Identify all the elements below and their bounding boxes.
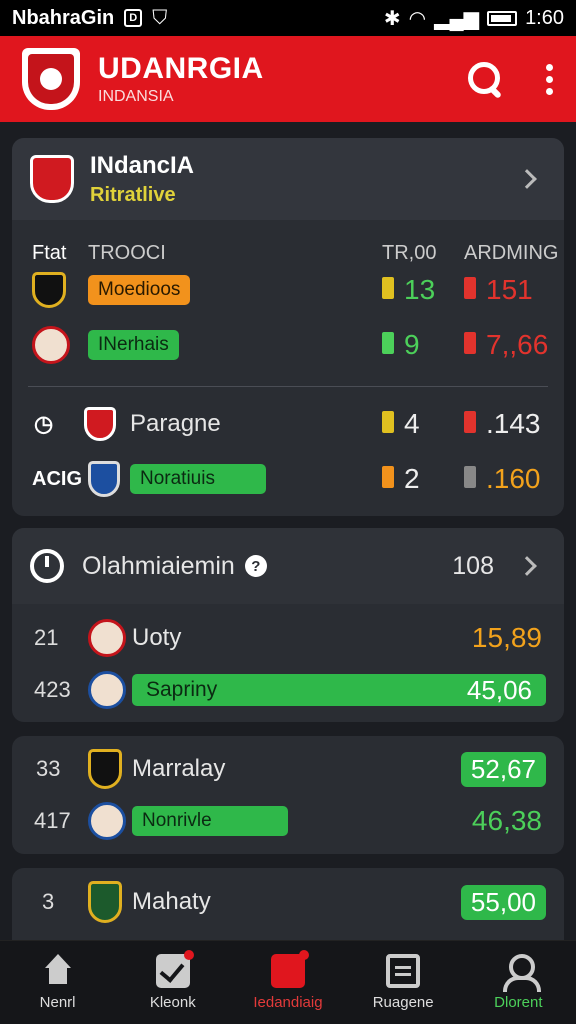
team-crest	[88, 461, 120, 497]
list-item[interactable]: Moedioos 13 151	[12, 270, 564, 310]
document-icon	[386, 954, 421, 988]
bluetooth-icon: ✱	[383, 7, 401, 30]
stat-value: 13	[382, 274, 435, 306]
list-item[interactable]: ACIG Noratiuis 2 .160	[12, 458, 564, 500]
rank-number: 3	[42, 889, 55, 914]
app-bar: UDANRGIA INDANSIA	[0, 36, 576, 122]
score-value: 15,89	[471, 622, 542, 653]
table-row[interactable]: 21 Uoty 15,89	[12, 618, 564, 658]
app-title: UDANRGIA	[98, 52, 264, 85]
info-icon[interactable]: ?	[244, 555, 267, 577]
wifi-icon: ◠	[408, 7, 427, 30]
clock: 1:60	[525, 6, 564, 29]
app-subtitle: INDANSIA	[98, 88, 174, 105]
team-pill: Nonrivle	[132, 806, 288, 836]
team-crest	[88, 881, 122, 923]
table-row[interactable]: 417 Nonrivle 46,38	[12, 800, 564, 842]
divider	[28, 386, 548, 387]
column-header: ARDMING	[464, 241, 559, 264]
checkbox-icon	[155, 950, 194, 988]
stat-value: .143	[464, 408, 541, 440]
team-name: Mahaty	[132, 888, 211, 915]
column-header: TR,00	[382, 241, 437, 264]
avatar	[32, 326, 70, 364]
nav-label: Dlorent	[494, 994, 543, 1011]
stat-value: 2	[382, 463, 420, 495]
column-header: Ftat	[32, 241, 67, 264]
timer-icon	[30, 549, 64, 583]
status-bar: NbahraGin D ⛉ ✱ ◠ ▂▄▆ 1:60	[0, 0, 576, 36]
rank-number: 417	[34, 808, 71, 833]
team-crest	[32, 272, 66, 308]
team-card: INdancIA Ritratlive Ftat TROOCI TR,00 AR…	[12, 138, 564, 516]
user-icon	[501, 954, 542, 992]
column-headers: Ftat TROOCI TR,00 ARDMING	[12, 238, 564, 268]
chevron-right-icon[interactable]	[517, 556, 537, 576]
team-name: Paragne	[130, 410, 221, 437]
nav-item-documents[interactable]: Ruagene	[348, 954, 458, 1011]
app-logo	[22, 48, 80, 110]
team-title: INdancIA	[90, 151, 195, 179]
map-pin-icon	[270, 950, 309, 988]
rank-number: 423	[34, 677, 71, 702]
avatar	[88, 671, 126, 709]
avatar	[88, 802, 126, 840]
score-value: 45,06	[466, 674, 532, 705]
score-badge: 55,00	[460, 884, 546, 920]
list-item[interactable]: ◷ Paragne 4 .143	[12, 404, 564, 444]
signal-icon: ▂▄▆	[434, 7, 480, 30]
team-name: Uoty	[132, 624, 182, 651]
team-crest	[88, 749, 122, 789]
nav-label: Kleonk	[149, 994, 196, 1011]
stat-value: 9	[382, 329, 420, 361]
team-crest	[84, 407, 116, 441]
nav-item-home[interactable]: Nenrl	[3, 954, 113, 1011]
nav-item-active[interactable]: Iedandiaig	[233, 950, 343, 1011]
battery-icon	[487, 10, 518, 26]
team-abbreviation: ACIG	[32, 467, 82, 490]
notification-icon: D	[124, 9, 143, 27]
table-row[interactable]: 3 Mahaty 55,00	[12, 880, 564, 924]
ranking-card-header[interactable]: Olahmiaiemin ? 108	[12, 528, 564, 604]
team-crest	[30, 155, 74, 203]
ranking-card: 33 Marralay 52,67 417 Nonrivle 46,38	[12, 736, 564, 854]
highlight-bar: Sapriny 45,06	[132, 674, 546, 706]
column-header: TROOCI	[88, 241, 166, 264]
nav-label: Iedandiaig	[253, 994, 323, 1011]
rank-number: 21	[34, 625, 59, 650]
more-options-icon[interactable]	[546, 63, 554, 95]
score-badge: 52,67	[460, 751, 546, 787]
clock-icon: ◷	[34, 411, 54, 436]
search-icon[interactable]	[466, 60, 504, 98]
nav-item-profile[interactable]: Dlorent	[463, 954, 573, 1011]
team-pill: Noratiuis	[130, 464, 266, 494]
table-row[interactable]: 33 Marralay 52,67	[12, 748, 564, 790]
score-value: 46,38	[471, 805, 542, 836]
team-name: Sapriny	[146, 678, 218, 701]
team-name: Marralay	[132, 755, 226, 782]
avatar	[88, 619, 126, 657]
bottom-navigation: Nenrl Kleonk Iedandiaig Ruagene Dlorent	[0, 940, 576, 1024]
stat-value: 7,,66	[464, 329, 548, 361]
rank-number: 33	[36, 756, 61, 781]
ranking-card: Olahmiaiemin ? 108 21 Uoty 15,89 423 Sap…	[12, 528, 564, 722]
chevron-right-icon[interactable]	[517, 169, 537, 189]
stat-value: 151	[464, 274, 533, 306]
home-icon	[41, 954, 75, 988]
table-row[interactable]: 423 Sapriny 45,06	[12, 670, 564, 710]
team-card-header[interactable]: INdancIA Ritratlive	[12, 138, 564, 220]
team-subtitle: Ritratlive	[90, 183, 176, 206]
stat-value: 4	[382, 408, 420, 440]
shield-icon: ⛉	[152, 6, 168, 29]
team-pill: INerhais	[88, 330, 179, 360]
list-item[interactable]: INerhais 9 7,,66	[12, 324, 564, 366]
nav-label: Nenrl	[39, 994, 76, 1011]
nav-label: Ruagene	[372, 994, 434, 1011]
stat-value: .160	[464, 463, 541, 495]
nav-item-tasks[interactable]: Kleonk	[118, 950, 228, 1011]
carrier-name: NbahraGin	[12, 6, 115, 29]
ranking-title: Olahmiaiemin	[82, 551, 235, 580]
ranking-count: 108	[452, 551, 494, 580]
team-pill: Moedioos	[88, 275, 191, 305]
